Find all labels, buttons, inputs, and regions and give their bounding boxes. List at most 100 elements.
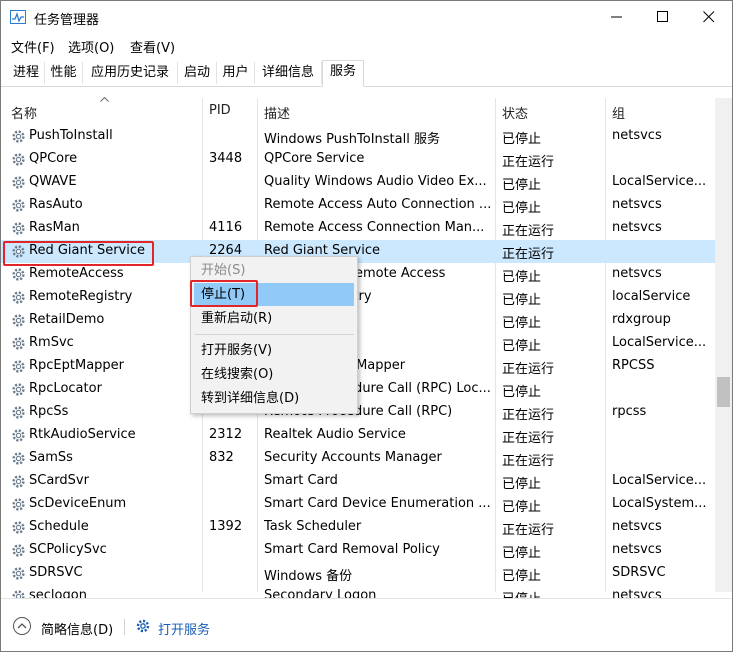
cell-name: RtkAudioService [29, 427, 136, 442]
tab-app-history[interactable]: 应用历史记录 [83, 62, 178, 84]
service-gear-icon [12, 176, 25, 189]
ctx-open-services[interactable]: 打开服务(V) [194, 339, 354, 362]
menu-view[interactable]: 查看(V) [130, 37, 175, 56]
menu-options[interactable]: 选项(O) [68, 37, 114, 56]
cell-status: 已停止 [502, 178, 542, 193]
service-gear-icon [12, 153, 25, 166]
column-group[interactable]: 组 [612, 103, 625, 122]
ctx-search-online[interactable]: 在线搜索(O) [194, 363, 354, 386]
table-row[interactable]: RemoteRegistryRemote Registry已停止localSer… [1, 286, 715, 309]
service-gear-icon [12, 268, 25, 281]
cell-name: RpcSs [29, 404, 69, 419]
cell-status: 已停止 [502, 339, 542, 354]
cell-group: RPCSS [612, 358, 655, 373]
tab-startup[interactable]: 启动 [178, 62, 217, 84]
cell-status: 已停止 [502, 385, 542, 400]
close-icon [703, 11, 715, 23]
table-row[interactable]: QPCore 3448 QPCore Service 正在运行 [1, 148, 715, 171]
table-row[interactable]: RpcEptMapperRPC Endpoint Mapper正在运行RPCSS [1, 355, 715, 378]
cell-status: 已停止 [502, 569, 542, 584]
cell-desc: Security Accounts Manager [264, 450, 442, 465]
column-description[interactable]: 描述 [264, 103, 290, 122]
cell-desc: Smart Card Device Enumeration ... [264, 496, 491, 511]
table-row[interactable]: Schedule 1392 Task Scheduler 正在运行 netsvcs [1, 516, 715, 539]
table-row[interactable]: SamSs 832 Security Accounts Manager 正在运行 [1, 447, 715, 470]
table-row[interactable]: PushToInstall Windows PushToInstall 服务 已停止… [1, 125, 715, 148]
cell-name: ScDeviceEnum [29, 496, 127, 511]
cell-name: SamSs [29, 450, 73, 465]
tab-performance[interactable]: 性能 [45, 62, 83, 84]
cell-group: LocalService... [612, 174, 707, 189]
cell-name: Schedule [29, 519, 89, 534]
table-row[interactable]: QWAVE Quality Windows Audio Video Ex... 已停… [1, 171, 715, 194]
window-title: 任务管理器 [34, 13, 100, 28]
table-row[interactable]: RpcLocator Remote Procedure Call (RPC) Lo… [1, 378, 715, 401]
table-row[interactable]: RasMan 4116 Remote Access Connection Man..… [1, 217, 715, 240]
less-details-link[interactable]: 简略信息(D) [41, 619, 113, 638]
table-row[interactable]: RtkAudioService 2312 Realtek Audio Service… [1, 424, 715, 447]
service-gear-icon [12, 406, 25, 419]
cell-desc: Realtek Audio Service [264, 427, 406, 442]
table-row[interactable]: RpcSs Remote Procedure Call (RPC) 正在运行 rpcs… [1, 401, 715, 424]
cell-status: 正在运行 [502, 362, 555, 377]
cell-status: 已停止 [502, 201, 542, 216]
menu-file[interactable]: 文件(F) [11, 37, 55, 56]
cell-status: 正在运行 [502, 155, 555, 170]
cell-status: 已停止 [502, 132, 542, 147]
service-gear-icon [12, 567, 25, 580]
cell-name: RasAuto [29, 197, 83, 212]
column-header: 名称 PID 描述 状态 组 [1, 97, 717, 124]
cell-group: netsvcs [612, 220, 662, 235]
task-manager-icon [10, 10, 26, 24]
tab-services[interactable]: 服务 [322, 60, 364, 87]
column-status[interactable]: 状态 [502, 103, 528, 122]
table-row[interactable]: SDRSVC Windows 备份 已停止 SDRSVC [1, 562, 715, 585]
close-button[interactable] [686, 1, 732, 33]
minimize-icon [611, 16, 622, 18]
collapse-up-icon[interactable] [12, 616, 32, 636]
cell-name: RemoteRegistry [29, 289, 133, 304]
service-gear-icon [12, 475, 25, 488]
column-name[interactable]: 名称 [11, 103, 37, 122]
cell-group: netsvcs [612, 542, 662, 557]
service-gear-icon [12, 429, 25, 442]
table-row[interactable]: SCPolicySvc Smart Card Removal Policy 已停止 n… [1, 539, 715, 562]
cell-status: 已停止 [502, 270, 542, 285]
table-row[interactable]: RasAuto Remote Access Auto Connection ...… [1, 194, 715, 217]
table-row[interactable]: RmSvc 已停止 LocalService... [1, 332, 715, 355]
ctx-start[interactable]: 开始(S) [194, 259, 354, 282]
ctx-go-to-details[interactable]: 转到详细信息(D) [194, 387, 354, 410]
cell-status: 已停止 [502, 293, 542, 308]
open-services-link[interactable]: 打开服务 [158, 619, 210, 638]
tab-processes[interactable]: 进程 [8, 62, 45, 84]
cell-group: netsvcs [612, 519, 662, 534]
tab-details[interactable]: 详细信息 [255, 62, 322, 84]
cell-status: 正在运行 [502, 454, 555, 469]
table-row[interactable]: SCardSvr Smart Card 已停止 LocalService... [1, 470, 715, 493]
maximize-icon [657, 11, 668, 22]
cell-name: RpcLocator [29, 381, 102, 396]
cell-desc: Quality Windows Audio Video Ex... [264, 174, 487, 189]
cell-group: SDRSVC [612, 565, 666, 580]
scrollbar-thumb[interactable] [717, 377, 730, 407]
maximize-button[interactable] [640, 1, 686, 33]
ctx-restart[interactable]: 重新启动(R) [194, 307, 354, 330]
service-gear-icon [12, 291, 25, 304]
cell-desc: Remote Access Auto Connection ... [264, 197, 492, 212]
cell-pid: 2312 [209, 427, 243, 442]
cell-name: SDRSVC [29, 565, 83, 580]
minimize-button[interactable] [594, 1, 640, 33]
cell-pid: 1392 [209, 519, 243, 534]
service-gear-icon [12, 222, 25, 235]
cell-status: 已停止 [502, 316, 542, 331]
annotation-box-stop [190, 280, 258, 307]
table-row[interactable]: RetailDemo 已停止 rdxgroup [1, 309, 715, 332]
cell-name: RmSvc [29, 335, 74, 350]
vertical-scrollbar[interactable] [715, 98, 732, 592]
table-row[interactable]: RemoteAccessRouting and Remote Access已停止… [1, 263, 715, 286]
table-row[interactable]: ScDeviceEnum Smart Card Device Enumeratio… [1, 493, 715, 516]
cell-desc: Smart Card Removal Policy [264, 542, 440, 557]
cell-status: 正在运行 [502, 408, 555, 423]
column-pid[interactable]: PID [209, 103, 231, 118]
tab-users[interactable]: 用户 [217, 62, 255, 84]
